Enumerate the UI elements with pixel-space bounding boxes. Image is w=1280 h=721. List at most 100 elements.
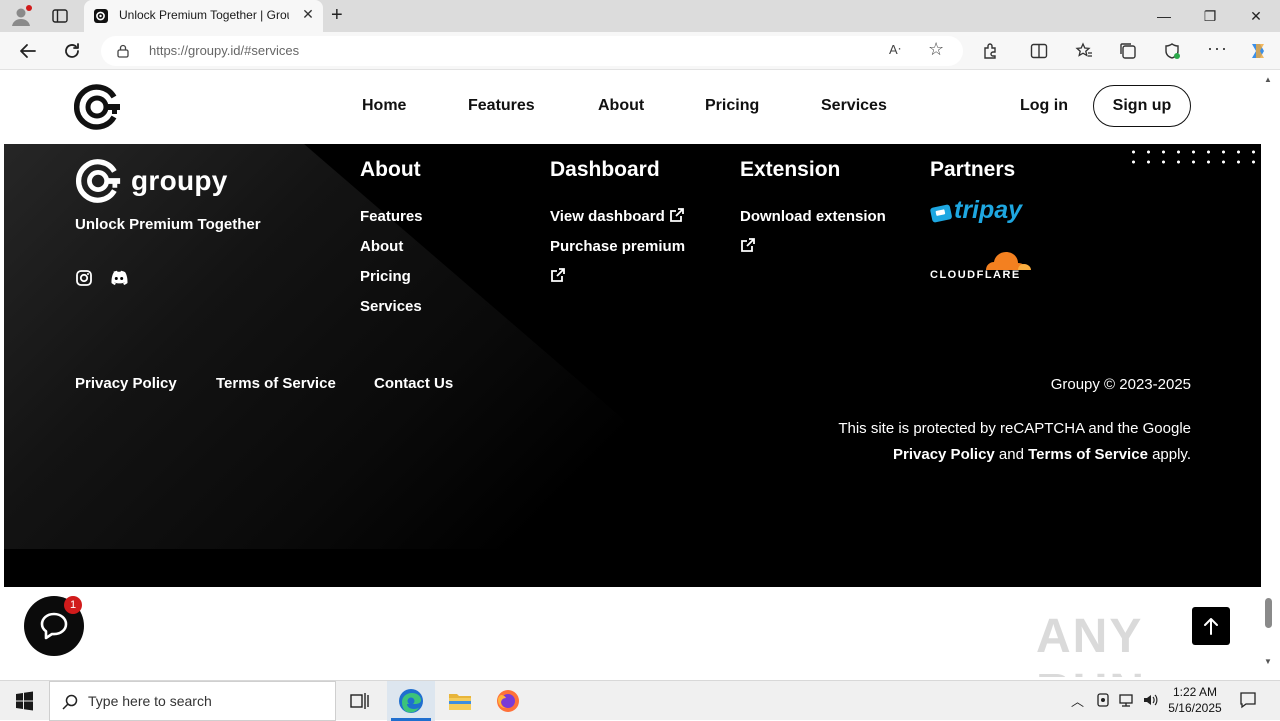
footer-link-services[interactable]: Services: [360, 298, 422, 315]
scrollbar-thumb[interactable]: [1265, 598, 1272, 628]
tripay-wordmark: tripay: [954, 196, 1023, 224]
browser-tab-active[interactable]: Unlock Premium Together | Groupy ✕: [84, 0, 323, 32]
nav-pricing[interactable]: Pricing: [705, 97, 759, 115]
browser-toolbar: https://groupy.id/#services Aᐧ ☆ ···: [0, 32, 1280, 70]
minimize-icon[interactable]: —: [1141, 4, 1187, 28]
footer-partners-title: Partners: [930, 158, 1016, 181]
collections-icon[interactable]: [1119, 42, 1137, 60]
footer-extension-title: Extension: [740, 158, 841, 181]
external-link-icon[interactable]: [740, 238, 755, 253]
new-tab-icon[interactable]: +: [331, 4, 343, 27]
footer-dashboard-title: Dashboard: [550, 158, 660, 181]
browser-essentials-icon[interactable]: [1163, 42, 1181, 60]
task-view-button[interactable]: [336, 681, 384, 721]
scroll-to-top-button[interactable]: [1192, 607, 1230, 645]
recaptcha-terms-link[interactable]: Terms of Service: [1028, 446, 1148, 463]
taskbar-edge[interactable]: [387, 681, 435, 721]
taskbar-search[interactable]: Type here to search: [49, 681, 336, 721]
favorite-star-icon[interactable]: ☆: [928, 39, 944, 60]
site-header: Home Features About Pricing Services Log…: [4, 71, 1261, 144]
copyright: Groupy © 2023-2025: [1050, 376, 1191, 393]
search-icon: [62, 694, 78, 710]
restore-icon[interactable]: ❐: [1187, 4, 1233, 28]
privacy-policy-link[interactable]: Privacy Policy: [75, 375, 177, 392]
login-link[interactable]: Log in: [1020, 97, 1068, 115]
cloudflare-logo[interactable]: CLOUDFLARE: [930, 248, 1034, 284]
tab-actions-icon[interactable]: [52, 8, 68, 24]
browser-tab-bar: Unlock Premium Together | Groupy ✕ + — ❐…: [0, 0, 1280, 32]
copilot-icon[interactable]: [1247, 40, 1269, 62]
folder-icon: [449, 694, 471, 710]
external-link-icon: [670, 208, 684, 222]
notifications-icon[interactable]: [1239, 691, 1257, 709]
back-icon[interactable]: [17, 40, 39, 62]
lock-icon[interactable]: [117, 44, 129, 58]
view-dashboard-label: View dashboard: [550, 208, 665, 225]
tray-overflow-icon[interactable]: ︿: [1071, 691, 1087, 709]
search-placeholder: Type here to search: [88, 693, 212, 709]
volume-icon[interactable]: [1142, 692, 1158, 708]
footer-brand[interactable]: groupy: [75, 158, 227, 204]
windows-start-icon[interactable]: [0, 681, 48, 721]
footer-tagline: Unlock Premium Together: [75, 216, 261, 233]
view-dashboard-link[interactable]: View dashboard: [550, 208, 684, 225]
dot-pattern: [1126, 147, 1261, 167]
recaptcha-notice: This site is protected by reCAPTCHA and …: [831, 416, 1191, 468]
network-icon[interactable]: [1118, 692, 1134, 708]
chat-bubble-icon: [40, 612, 68, 640]
tab-close-icon[interactable]: ✕: [299, 6, 317, 23]
nav-features[interactable]: Features: [468, 97, 535, 115]
tab-title: Unlock Premium Together | Groupy: [119, 8, 289, 22]
nav-services[interactable]: Services: [821, 97, 887, 115]
groupy-logo-icon[interactable]: [74, 83, 124, 131]
footer-about-title: About: [360, 158, 421, 181]
recaptcha-text: This site is protected by reCAPTCHA and …: [838, 420, 1191, 437]
page-viewport: Home Features About Pricing Services Log…: [4, 71, 1261, 677]
taskbar-firefox[interactable]: [484, 681, 532, 721]
groupy-favicon-icon: [94, 9, 108, 23]
extensions-icon[interactable]: [982, 42, 1000, 60]
scroll-up-icon[interactable]: ▲: [1264, 75, 1272, 84]
tripay-wallet-icon: [930, 204, 952, 223]
meet-now-icon[interactable]: [1095, 692, 1111, 708]
chat-notification-badge: 1: [64, 596, 82, 614]
read-aloud-icon[interactable]: Aᐧ: [889, 42, 901, 58]
favorites-icon[interactable]: [1075, 42, 1093, 60]
task-view-icon: [350, 693, 369, 709]
instagram-icon[interactable]: [75, 269, 93, 287]
clock-date: 5/16/2025: [1168, 701, 1222, 715]
footer-link-pricing[interactable]: Pricing: [360, 268, 411, 285]
recaptcha-privacy-link[interactable]: Privacy Policy: [893, 446, 995, 463]
recaptcha-and: and: [994, 446, 1029, 463]
window-close-icon[interactable]: ✕: [1233, 4, 1279, 28]
taskbar-clock[interactable]: 1:22 AM 5/16/2025: [1162, 684, 1228, 716]
discord-icon[interactable]: [109, 269, 129, 287]
address-bar[interactable]: https://groupy.id/#services Aᐧ ☆: [101, 36, 963, 66]
taskbar-file-explorer[interactable]: [436, 681, 484, 721]
terms-of-service-link[interactable]: Terms of Service: [216, 375, 336, 392]
scroll-down-icon[interactable]: ▼: [1264, 657, 1272, 666]
contact-us-link[interactable]: Contact Us: [374, 375, 453, 392]
windows-taskbar: Type here to search ︿ 1:22 AM 5/16/2025: [0, 680, 1280, 721]
nav-home[interactable]: Home: [362, 97, 406, 115]
clock-time: 1:22 AM: [1172, 685, 1218, 699]
profile-icon[interactable]: [10, 5, 32, 27]
external-link-icon[interactable]: [550, 268, 565, 283]
more-menu-icon[interactable]: ···: [1207, 38, 1228, 59]
brand-name: groupy: [131, 165, 228, 196]
url-text: https://groupy.id/#services: [149, 43, 300, 58]
nav-about[interactable]: About: [598, 97, 644, 115]
recaptcha-apply: apply.: [1147, 446, 1191, 463]
split-screen-icon[interactable]: [1030, 42, 1048, 60]
purchase-premium-link[interactable]: Purchase premium: [550, 238, 685, 255]
footer-link-features[interactable]: Features: [360, 208, 423, 225]
firefox-icon: [497, 690, 519, 712]
signup-button[interactable]: Sign up: [1093, 85, 1191, 127]
tripay-logo[interactable]: tripay: [930, 196, 1022, 229]
page-scrollbar[interactable]: ▲ ▼: [1261, 71, 1276, 677]
footer-link-about[interactable]: About: [360, 238, 403, 255]
refresh-icon[interactable]: [61, 40, 83, 62]
arrow-up-icon: [1204, 618, 1218, 635]
download-extension-link[interactable]: Download extension: [740, 208, 886, 225]
edge-icon: [399, 689, 423, 713]
